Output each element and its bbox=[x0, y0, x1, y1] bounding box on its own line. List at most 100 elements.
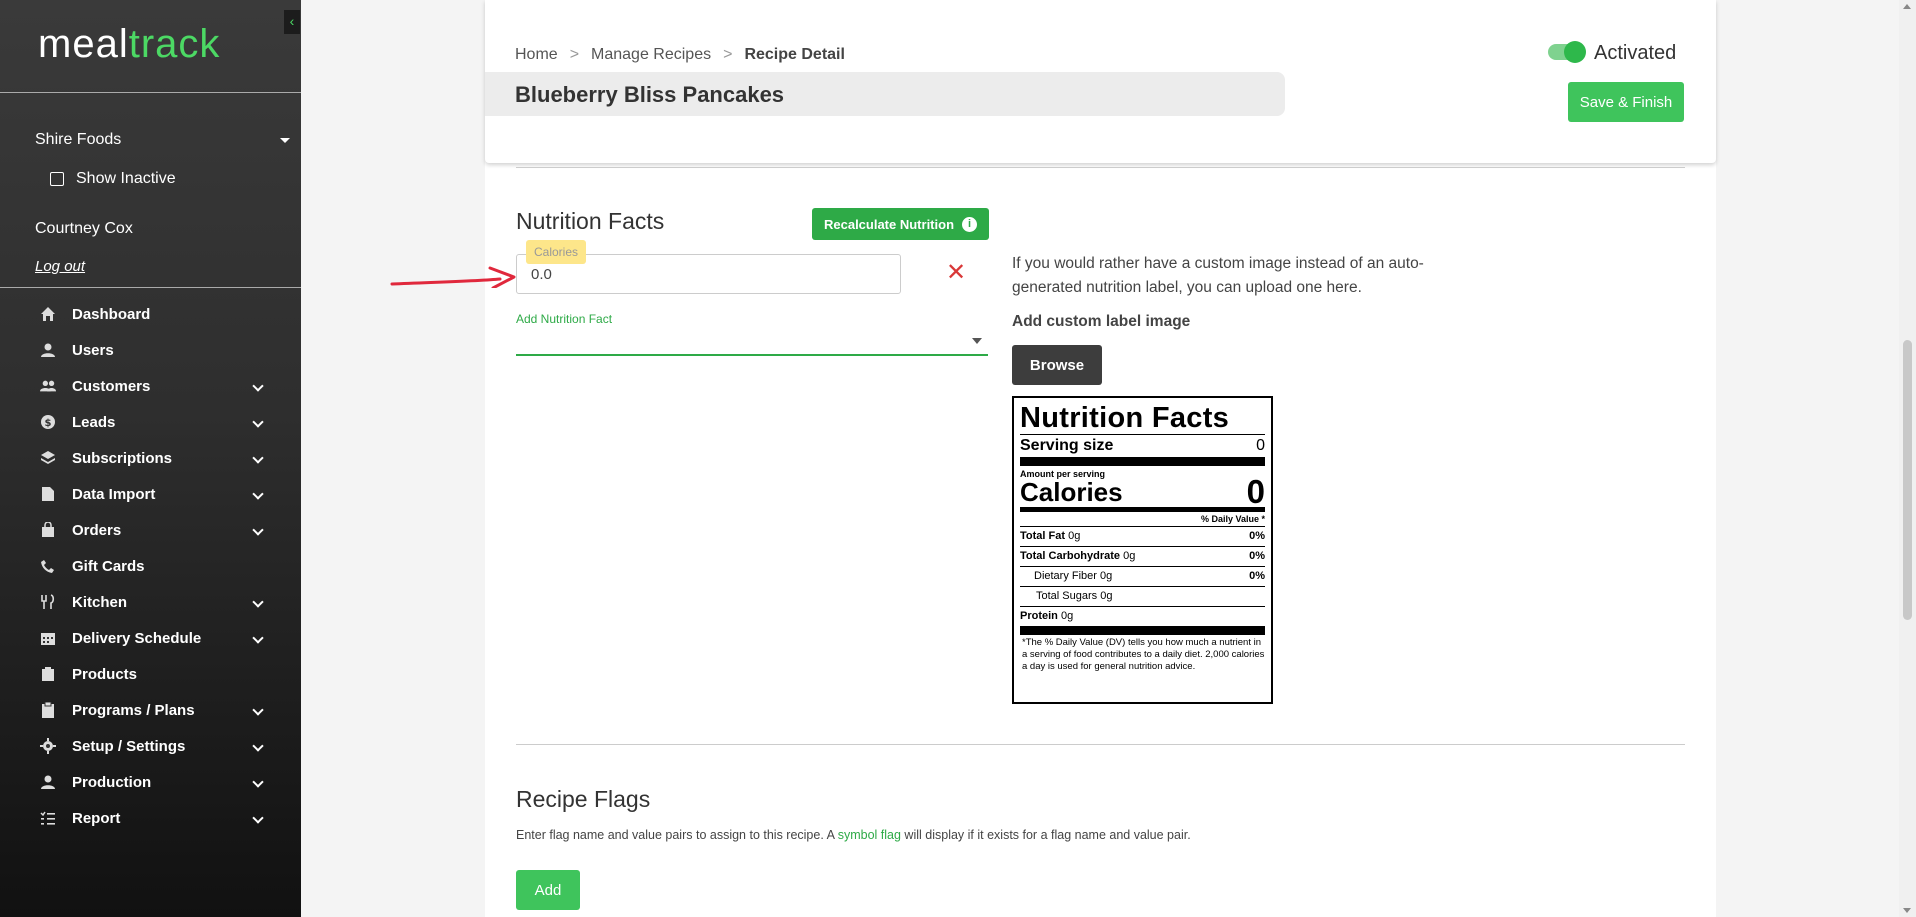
brand-logo[interactable]: mealtrack bbox=[38, 22, 220, 67]
list-icon bbox=[40, 810, 56, 826]
chevron-down-icon bbox=[252, 596, 264, 608]
sidebar-item-setup-settings[interactable]: Setup / Settings bbox=[0, 728, 301, 764]
chevron-down-icon bbox=[252, 632, 264, 644]
calories-label: Calories bbox=[526, 240, 587, 264]
phone-icon bbox=[40, 558, 56, 574]
chevron-down-icon bbox=[252, 524, 264, 536]
sidebar-item-programs-plans[interactable]: Programs / Plans bbox=[0, 692, 301, 728]
scroll-up-icon[interactable] bbox=[1903, 4, 1911, 9]
show-inactive-toggle[interactable]: Show Inactive bbox=[50, 170, 176, 188]
recalculate-nutrition-button[interactable]: Recalculate Nutrition i bbox=[812, 208, 989, 240]
label-serving-row: Serving size 0 bbox=[1020, 434, 1265, 457]
save-finish-button[interactable]: Save & Finish bbox=[1568, 82, 1684, 122]
recalculate-label: Recalculate Nutrition bbox=[823, 216, 955, 232]
bag-icon bbox=[40, 522, 56, 538]
toggle-knob bbox=[1564, 41, 1586, 63]
chevron-down-icon bbox=[252, 740, 264, 752]
sidebar-item-leads[interactable]: $ Leads bbox=[0, 404, 301, 440]
sidebar-divider bbox=[0, 287, 301, 288]
caret-down-icon[interactable] bbox=[972, 338, 982, 344]
sidebar-item-label: Delivery Schedule bbox=[72, 629, 202, 647]
sidebar-item-subscriptions[interactable]: Subscriptions bbox=[0, 440, 301, 476]
custom-image-description: If you would rather have a custom image … bbox=[1012, 255, 1424, 296]
nutrition-facts-heading: Nutrition Facts bbox=[516, 208, 665, 234]
sidebar-item-label: Subscriptions bbox=[72, 449, 173, 467]
section-divider bbox=[516, 744, 1685, 745]
box-icon bbox=[40, 666, 56, 682]
sidebar-item-label: Kitchen bbox=[72, 593, 128, 611]
sidebar-nav: Dashboard Users Customers $ Leads Subscr… bbox=[0, 296, 301, 836]
svg-text:$: $ bbox=[45, 418, 52, 429]
sidebar-divider bbox=[0, 92, 301, 93]
dollar-icon: $ bbox=[40, 414, 56, 430]
recipe-flags-description: Enter flag name and value pairs to assig… bbox=[516, 828, 1191, 842]
scroll-thumb[interactable] bbox=[1903, 340, 1912, 620]
label-title: Nutrition Facts bbox=[1020, 402, 1230, 434]
file-icon bbox=[40, 486, 56, 502]
add-nutrition-fact-label: Add Nutrition Fact bbox=[516, 312, 613, 326]
sidebar-item-customers[interactable]: Customers bbox=[0, 368, 301, 404]
nutrition-label-preview: Nutrition Facts Serving size 0 Amount pe… bbox=[1012, 396, 1273, 704]
chevron-down-icon bbox=[252, 452, 264, 464]
remove-calories-button[interactable]: ✕ bbox=[946, 258, 966, 287]
sidebar-item-gift-cards[interactable]: Gift Cards bbox=[0, 548, 301, 584]
add-flag-button[interactable]: Add bbox=[516, 870, 580, 910]
breadcrumb: Home > Manage Recipes > Recipe Detail bbox=[515, 46, 845, 64]
sidebar-item-products[interactable]: Products bbox=[0, 656, 301, 692]
page-title[interactable]: Blueberry Bliss Pancakes bbox=[515, 82, 784, 108]
chevron-down-icon bbox=[252, 704, 264, 716]
label-row-total-sugars: Total Sugars 0g bbox=[1036, 590, 1113, 602]
activated-toggle[interactable] bbox=[1548, 41, 1586, 63]
breadcrumb-separator: > bbox=[723, 46, 733, 63]
sidebar-item-orders[interactable]: Orders bbox=[0, 512, 301, 548]
sidebar-item-delivery-schedule[interactable]: Delivery Schedule bbox=[0, 620, 301, 656]
sidebar-item-label: Users bbox=[72, 341, 114, 359]
label-row-total-carbohydrate: Total Carbohydrate 0g 0% bbox=[1020, 550, 1265, 562]
label-serving-size: Serving size bbox=[1020, 437, 1114, 454]
layers-icon bbox=[40, 450, 56, 466]
chevron-down-icon bbox=[252, 812, 264, 824]
info-icon[interactable]: i bbox=[962, 216, 978, 232]
sidebar-item-label: Dashboard bbox=[72, 305, 151, 323]
sidebar-item-label: Customers bbox=[72, 377, 151, 395]
label-calories-row: Calories 0 bbox=[1020, 473, 1265, 510]
user-icon bbox=[40, 342, 56, 358]
organization-name: Shire Foods bbox=[35, 131, 122, 148]
symbol-flag-link[interactable]: symbol flag bbox=[838, 828, 901, 842]
scroll-down-icon[interactable] bbox=[1903, 908, 1911, 913]
show-inactive-checkbox[interactable] bbox=[50, 172, 64, 186]
organization-select[interactable]: Shire Foods bbox=[35, 131, 290, 149]
label-serving-value: 0 bbox=[1256, 437, 1265, 454]
label-row-dietary-fiber: Dietary Fiber 0g 0% bbox=[1034, 570, 1265, 582]
show-inactive-label: Show Inactive bbox=[76, 170, 176, 187]
sidebar-item-dashboard[interactable]: Dashboard bbox=[0, 296, 301, 332]
add-nutrition-fact-select[interactable] bbox=[516, 354, 988, 356]
chevron-down-icon bbox=[252, 488, 264, 500]
breadcrumb-manage-recipes[interactable]: Manage Recipes bbox=[591, 46, 711, 64]
collapse-sidebar-button[interactable]: ‹ bbox=[284, 10, 300, 34]
sidebar-item-label: Programs / Plans bbox=[72, 701, 195, 719]
breadcrumb-current: Recipe Detail bbox=[744, 46, 845, 63]
breadcrumb-home[interactable]: Home bbox=[515, 46, 558, 64]
sidebar-item-production[interactable]: Production bbox=[0, 764, 301, 800]
sidebar-item-users[interactable]: Users bbox=[0, 332, 301, 368]
flags-desc-text: will display if it exists for a flag nam… bbox=[900, 828, 1191, 842]
section-divider bbox=[516, 167, 1685, 168]
sidebar-item-label: Products bbox=[72, 665, 138, 683]
red-arrow-annotation bbox=[390, 266, 516, 288]
sidebar-item-label: Report bbox=[72, 809, 121, 827]
label-footnote: *The % Daily Value (DV) tells you how mu… bbox=[1022, 637, 1265, 672]
home-icon bbox=[40, 306, 56, 322]
user-name: Courtney Cox bbox=[35, 220, 133, 237]
caret-down-icon bbox=[280, 138, 290, 143]
sidebar-item-data-import[interactable]: Data Import bbox=[0, 476, 301, 512]
browse-button[interactable]: Browse bbox=[1012, 345, 1102, 385]
scrollbar[interactable] bbox=[1899, 0, 1916, 917]
label-calories-value: 0 bbox=[1246, 473, 1265, 510]
sidebar-item-report[interactable]: Report bbox=[0, 800, 301, 836]
logout-link[interactable]: Log out bbox=[35, 258, 85, 275]
sidebar-item-kitchen[interactable]: Kitchen bbox=[0, 584, 301, 620]
sidebar-item-label: Orders bbox=[72, 521, 122, 539]
sidebar-item-label: Production bbox=[72, 773, 152, 791]
label-calories: Calories bbox=[1020, 477, 1123, 507]
